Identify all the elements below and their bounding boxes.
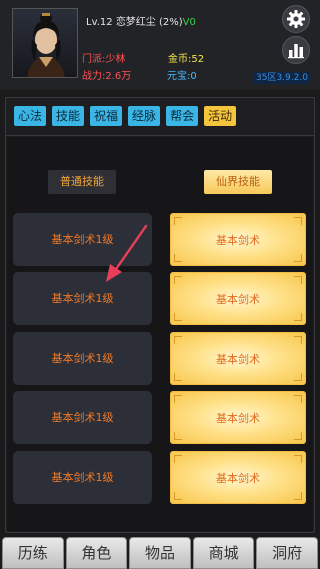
nav-items[interactable]: 物品 [129,537,191,569]
stats-icon [288,44,304,59]
bottom-nav: 历练 角色 物品 商城 洞府 [0,537,320,569]
combat-power: 战力:2.6万 [82,71,132,82]
immortal-skill-label: 基本剑术 [216,412,260,425]
tab-meridians[interactable]: 经脉 [128,106,161,126]
divider [5,135,315,136]
normal-skills-header[interactable]: 普通技能 [48,170,116,194]
annotation-arrow [106,224,148,282]
settings-button[interactable] [282,5,310,33]
gold: 金币:52 [168,54,205,65]
tab-activities[interactable]: 活动 [204,106,237,126]
nav-cave[interactable]: 洞府 [256,537,318,569]
immortal-skill-slot[interactable]: 基本剑术 [170,272,306,325]
immortal-skills-header[interactable]: 仙界技能 [204,170,272,194]
nav-character[interactable]: 角色 [65,537,128,569]
level: Lv.12 [86,17,113,28]
server-version: 35区3.9.2.0 [254,72,310,84]
avatar[interactable] [12,8,78,78]
immortal-skill-label: 基本剑术 [216,353,260,366]
nav-shop[interactable]: 商城 [192,537,255,569]
exp-percent: (2%) [159,17,183,28]
immortal-skill-slot[interactable]: 基本剑术 [170,332,306,385]
ingot: 元宝:0 [167,71,197,82]
normal-skill-slot[interactable]: 基本剑术1级 [13,391,152,444]
tab-blessing[interactable]: 祝福 [90,106,123,126]
normal-skill-slot[interactable]: 基本剑术1级 [13,451,152,504]
nav-training[interactable]: 历练 [2,537,64,569]
player-header: Lv.12 恋梦红尘 (2%)V0 门派:少林 战力:2.6万 金币:52 元宝… [0,0,320,90]
player-name: 恋梦红尘 [115,17,156,28]
sect: 门派:少林 [82,54,126,65]
immortal-skill-slot[interactable]: 基本剑术 [170,213,306,266]
immortal-skill-label: 基本剑术 [216,234,260,247]
tab-bar: 心法 技能 祝福 经脉 帮会 活动 [14,106,237,126]
stats-button[interactable] [282,36,310,64]
tab-guild[interactable]: 帮会 [166,106,199,126]
immortal-skill-label: 基本剑术 [216,472,260,485]
normal-skill-slot[interactable]: 基本剑术1级 [13,332,152,385]
tab-skills[interactable]: 技能 [52,106,85,126]
tab-xinfa[interactable]: 心法 [14,106,47,126]
immortal-skill-label: 基本剑术 [216,293,260,306]
immortal-skill-slot[interactable]: 基本剑术 [170,391,306,444]
level-name: Lv.12 恋梦红尘 (2%)V0 [86,13,196,28]
vip-level: V0 [182,17,196,28]
gear-icon [287,10,305,28]
immortal-skill-slot[interactable]: 基本剑术 [170,451,306,504]
